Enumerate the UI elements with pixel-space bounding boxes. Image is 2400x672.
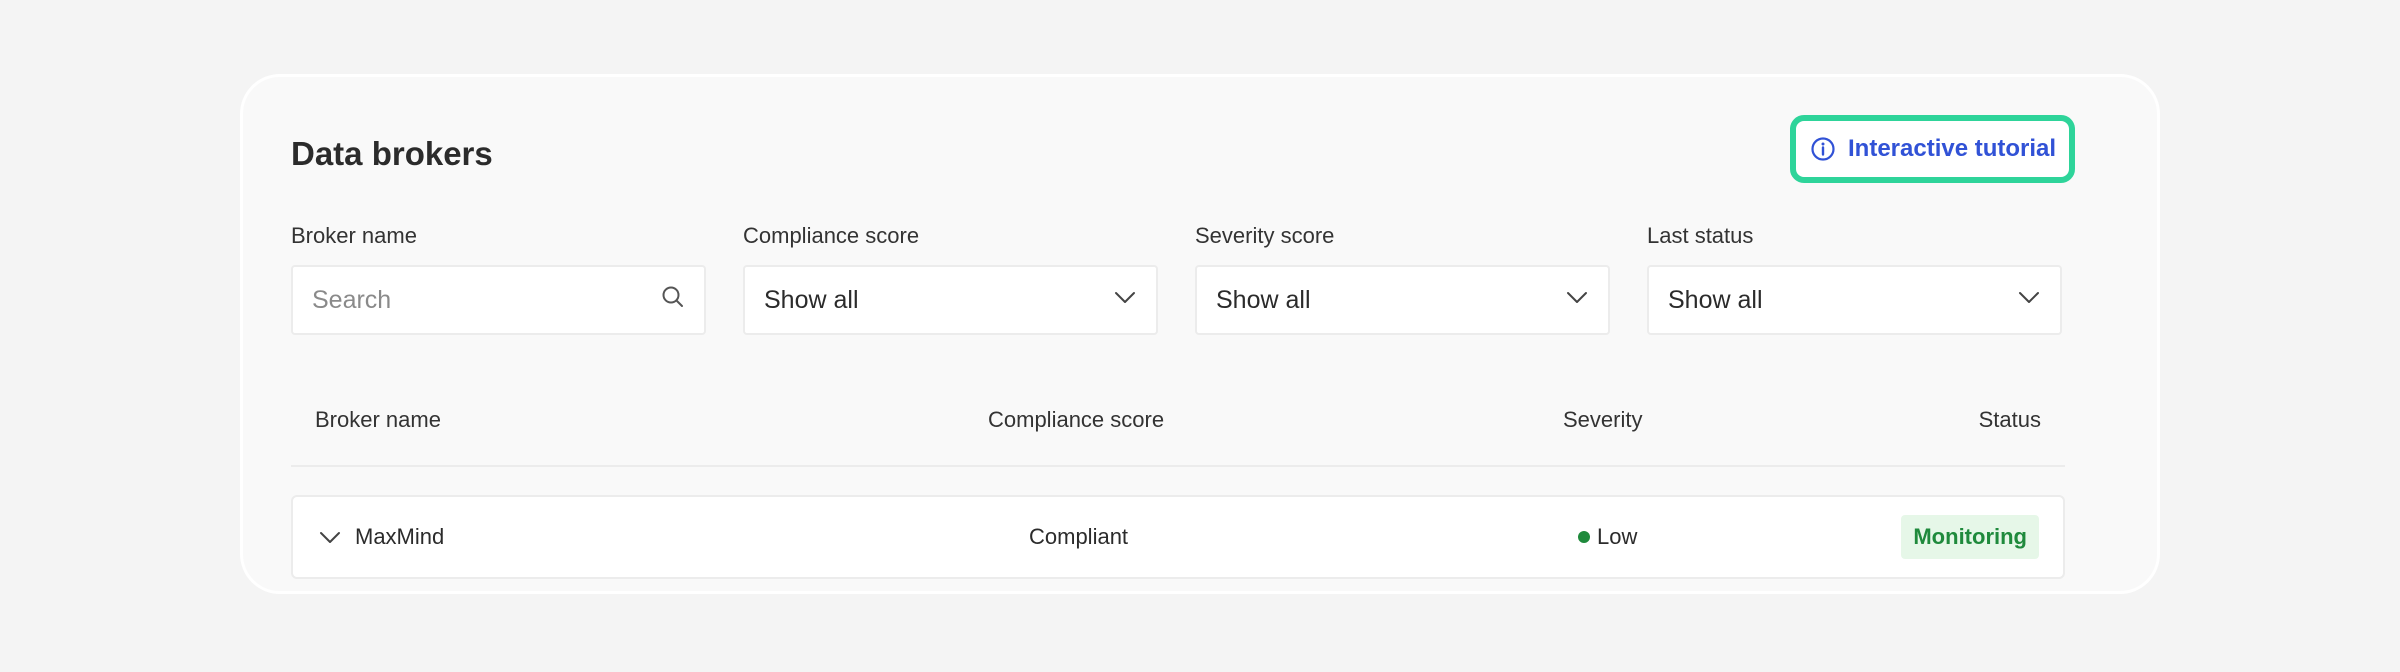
column-header-broker-name[interactable]: Broker name — [315, 407, 441, 433]
search-icon[interactable] — [660, 284, 686, 317]
filter-label: Compliance score — [743, 223, 920, 248]
column-header-compliance-score[interactable]: Compliance score — [988, 407, 1164, 433]
severity-value: Low — [1597, 524, 1638, 549]
column-header-severity[interactable]: Severity — [1563, 407, 1642, 433]
chevron-down-icon — [2016, 284, 2042, 317]
severity-score-select[interactable]: Show all — [1195, 265, 1610, 335]
table-row[interactable]: MaxMind Compliant Low Monitoring — [291, 495, 2065, 579]
chevron-down-icon — [1112, 284, 1138, 317]
broker-name: MaxMind — [355, 524, 445, 549]
severity-cell: Low — [1578, 497, 1637, 577]
select-value: Show all — [764, 285, 859, 314]
chevron-down-icon — [1564, 284, 1590, 317]
compliance-value: Compliant — [1029, 524, 1129, 549]
page-title: Data brokers — [291, 135, 493, 172]
broker-cell: MaxMind — [317, 497, 444, 577]
expand-row-chevron-icon[interactable] — [317, 524, 343, 550]
data-brokers-card: Data brokers Interactive tutorial Broker… — [240, 74, 2160, 594]
filter-label: Last status — [1647, 223, 1754, 248]
last-status-select[interactable]: Show all — [1647, 265, 2062, 335]
filter-broker-name: Broker name — [291, 221, 706, 335]
filter-last-status: Last status Show all — [1647, 221, 2062, 335]
broker-search-field[interactable] — [291, 265, 706, 335]
compliance-score-select[interactable]: Show all — [743, 265, 1158, 335]
table-header: Broker name Compliance score Severity St… — [291, 397, 2065, 467]
interactive-tutorial-button[interactable]: Interactive tutorial — [1790, 115, 2075, 183]
status-cell: Monitoring — [1901, 497, 2039, 577]
broker-search-input[interactable] — [312, 285, 612, 315]
severity-dot-icon — [1578, 531, 1590, 543]
filter-bar: Broker name Compliance score Show all — [291, 221, 2062, 335]
column-header-status[interactable]: Status — [1979, 407, 2041, 433]
status-badge: Monitoring — [1901, 515, 2039, 559]
select-value: Show all — [1668, 285, 1763, 314]
info-icon — [1810, 136, 1836, 162]
select-value: Show all — [1216, 285, 1311, 314]
filter-compliance-score: Compliance score Show all — [743, 221, 1158, 335]
filter-label: Broker name — [291, 223, 417, 248]
filter-severity-score: Severity score Show all — [1195, 221, 1610, 335]
interactive-tutorial-label: Interactive tutorial — [1848, 135, 2057, 162]
filter-label: Severity score — [1195, 223, 1335, 248]
compliance-cell: Compliant — [1029, 497, 1128, 577]
